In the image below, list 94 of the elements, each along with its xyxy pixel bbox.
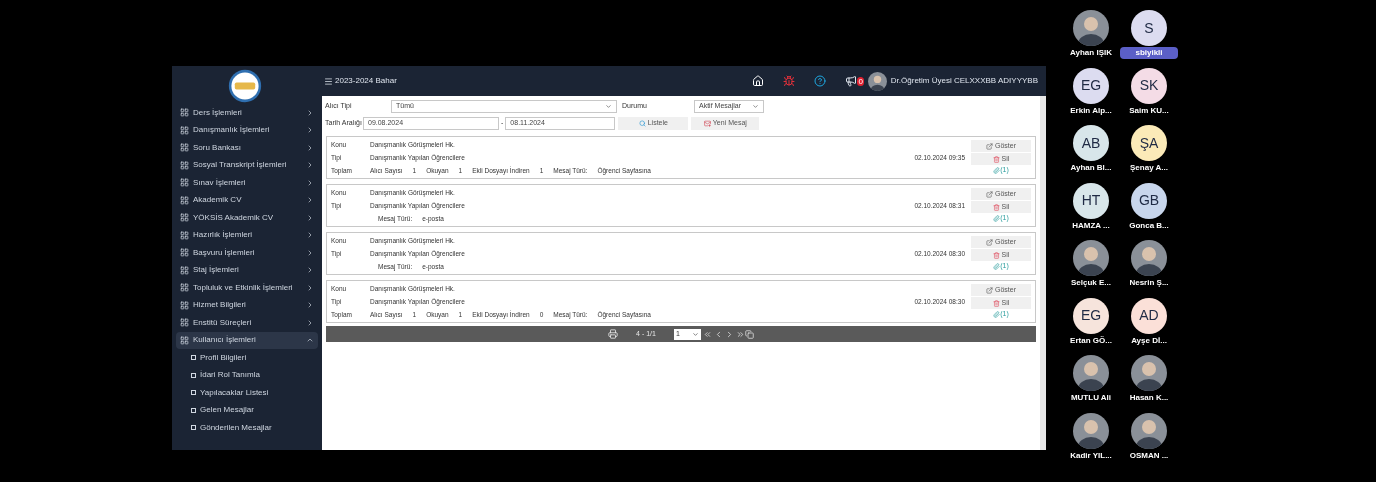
submenu-item[interactable]: Yapılacaklar Listesi xyxy=(172,384,322,402)
participant-name: sbiyikli xyxy=(1120,47,1178,59)
sidebar-item[interactable]: Sosyal Transkript İşlemleri xyxy=(176,156,318,174)
external-link-icon xyxy=(986,286,993,294)
participant-name: Saim KU... xyxy=(1128,104,1170,117)
sidebar-item[interactable]: Kullanıcı İşlemleri xyxy=(176,331,318,349)
megaphone-icon[interactable] xyxy=(845,75,858,87)
mail-icon xyxy=(703,120,711,127)
sidebar-item[interactable]: Danışmanlık İşlemleri xyxy=(176,121,318,139)
avatar: EG xyxy=(1073,67,1109,104)
paperclip-icon xyxy=(993,215,1001,222)
participant-name: Ertan GÖ... xyxy=(1069,334,1113,347)
home-icon[interactable] xyxy=(752,75,765,87)
participant-name: Selçuk E... xyxy=(1070,277,1112,289)
square-icon xyxy=(191,355,196,361)
sidebar-item[interactable]: Staj İşlemleri xyxy=(176,261,318,279)
paperclip-icon xyxy=(993,263,1001,270)
paperclip-icon xyxy=(993,311,1001,318)
term-label: 2023-2024 Bahar xyxy=(335,75,397,87)
grid-icon xyxy=(180,283,189,293)
avatar: HT xyxy=(1073,182,1109,219)
sidebar-item[interactable]: Enstitü Süreçleri xyxy=(176,314,318,332)
paperclip-icon xyxy=(993,167,1001,174)
participant-name: Ayhan IŞIK xyxy=(1069,47,1113,59)
avatar: EG xyxy=(1073,297,1109,334)
caret-icon xyxy=(752,103,759,110)
grid-icon xyxy=(180,178,189,188)
participant-name: Gonca B... xyxy=(1128,219,1170,232)
submenu-item[interactable]: Profil Bilgileri xyxy=(172,349,322,367)
copy-icon[interactable] xyxy=(744,329,754,339)
trash-icon xyxy=(992,203,1000,211)
submenu-item[interactable]: Gelen Mesajlar xyxy=(172,401,322,419)
trash-icon xyxy=(992,251,1000,259)
sidebar-item[interactable]: Hizmet Bilgileri xyxy=(176,296,318,314)
submenu-item[interactable]: İdari Rol Tanımla xyxy=(172,366,322,384)
sidebar-item[interactable]: Hazırlık İşlemleri xyxy=(176,226,318,244)
avatar: SK xyxy=(1131,67,1167,104)
grid-icon xyxy=(180,108,189,118)
grid-icon xyxy=(180,160,189,170)
printer-icon[interactable] xyxy=(608,329,619,339)
bug-icon[interactable] xyxy=(783,75,796,87)
grid-icon xyxy=(180,248,189,258)
sidebar-item[interactable]: Soru Bankası xyxy=(176,139,318,157)
first-page-icon[interactable] xyxy=(702,329,712,339)
logo-icon xyxy=(228,69,262,103)
participant-name: Ayşe Dİ... xyxy=(1130,334,1168,347)
grid-icon xyxy=(180,265,189,275)
sidebar-item[interactable]: Ders İşlemleri xyxy=(176,104,318,122)
caret-icon xyxy=(605,103,612,110)
avatar: S xyxy=(1131,10,1167,46)
trash-icon xyxy=(992,155,1000,163)
avatar xyxy=(867,71,887,91)
grid-icon xyxy=(180,230,189,240)
sidebar-item[interactable]: Akademik CV xyxy=(176,191,318,209)
avatar: GB xyxy=(1131,182,1167,219)
search-icon xyxy=(638,120,646,127)
avatar: AB xyxy=(1073,125,1109,161)
participant-name: MUTLU Ali xyxy=(1069,392,1113,404)
external-link-icon xyxy=(986,190,993,198)
square-icon xyxy=(191,425,196,431)
external-link-icon xyxy=(986,142,993,150)
grid-icon xyxy=(180,213,189,223)
sidebar-item[interactable]: YÖKSİS Akademik CV xyxy=(176,209,318,227)
trash-icon xyxy=(992,299,1000,307)
grid-icon xyxy=(180,335,189,345)
participant-name: Kadir YIL... xyxy=(1069,449,1113,462)
grid-icon xyxy=(180,125,189,135)
sidebar-item[interactable]: Topluluk ve Etkinlik İşlemleri xyxy=(176,279,318,297)
help-icon[interactable] xyxy=(814,75,827,87)
square-icon xyxy=(191,372,196,378)
submenu-item[interactable]: Gönderilen Mesajlar xyxy=(172,419,322,437)
square-icon xyxy=(191,407,196,413)
caret-icon xyxy=(691,330,699,338)
participant-name: HAMZA ... xyxy=(1071,219,1111,232)
participant-name: Erkin Alp... xyxy=(1069,104,1113,117)
user-name[interactable]: Dr.Öğretim Üyesi CELXXXBB ADIYYYBB xyxy=(890,75,1038,87)
notification-badge: 0 xyxy=(857,76,864,86)
grid-icon xyxy=(180,143,189,153)
participant-name: Ayhan Bl... xyxy=(1069,162,1113,174)
grid-icon xyxy=(180,300,189,310)
sidebar-item[interactable]: Sınav İşlemleri xyxy=(176,174,318,192)
avatar: ŞA xyxy=(1131,125,1167,161)
grid-icon xyxy=(180,195,189,205)
participant-name: Şenay A... xyxy=(1129,162,1169,174)
avatar: AD xyxy=(1131,297,1167,334)
last-page-icon[interactable] xyxy=(735,329,745,339)
participant-name: Nesrin Ş... xyxy=(1128,277,1170,289)
participant-name: OSMAN ... xyxy=(1128,449,1170,462)
grid-icon xyxy=(180,318,189,328)
menu-icon[interactable] xyxy=(324,76,333,86)
sidebar-item[interactable]: Başvuru İşlemleri xyxy=(176,244,318,262)
participant-name: Hasan K... xyxy=(1128,392,1170,404)
square-icon xyxy=(191,390,196,396)
external-link-icon xyxy=(986,238,993,246)
